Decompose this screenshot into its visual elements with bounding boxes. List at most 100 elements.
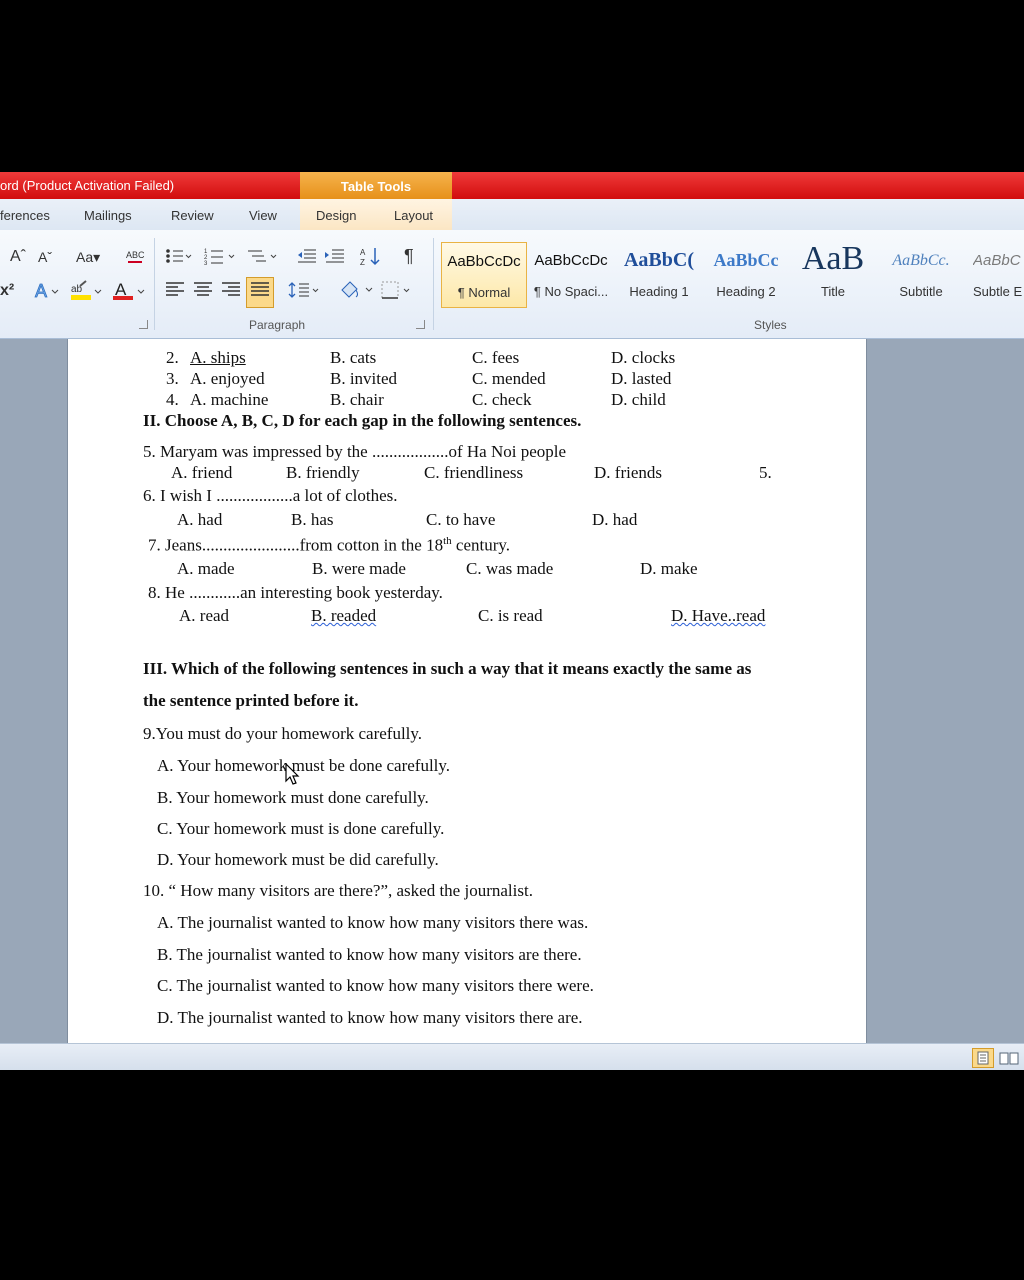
document-page[interactable]: 2. A. ships B. cats C. fees D. clocks 3.… xyxy=(67,339,867,1043)
grow-font-button[interactable]: Aˆ xyxy=(10,248,26,266)
q7-stem: 7. Jeans.......................from cott… xyxy=(148,535,510,556)
style-heading-1[interactable]: AaBbC( Heading 1 xyxy=(617,242,701,306)
document-area: 2. A. ships B. cats C. fees D. clocks 3.… xyxy=(0,339,1024,1043)
print-layout-view-button[interactable] xyxy=(972,1048,994,1068)
superscript-button[interactable]: x² xyxy=(0,282,14,300)
q9-option-a: A. Your homework must be done carefully. xyxy=(157,756,451,775)
q4-number: 4. xyxy=(166,390,179,409)
tab-review[interactable]: Review xyxy=(171,208,214,223)
style-subtle-emphasis[interactable]: AaBbC Subtle E xyxy=(966,242,1024,306)
change-case-button[interactable]: Aa▾ xyxy=(76,248,100,266)
font-dialog-launcher[interactable] xyxy=(139,320,148,329)
style-sample: AaBbCc. xyxy=(892,252,950,269)
style-subtitle[interactable]: AaBbCc. Subtitle xyxy=(879,242,963,306)
q8-option-d: D. Have..read xyxy=(671,606,766,625)
tab-layout[interactable]: Layout xyxy=(394,208,433,223)
svg-text:Z: Z xyxy=(360,258,365,267)
tab-mailings[interactable]: Mailings xyxy=(84,208,132,223)
q4-option-a: A. machine xyxy=(190,390,269,409)
style-name: Title xyxy=(820,284,846,299)
ribbon-separator xyxy=(154,238,155,330)
q8-option-a: A. read xyxy=(179,606,230,625)
q7-superscript: th xyxy=(443,535,452,547)
style-normal[interactable]: AaBbCcDc ¶ Normal xyxy=(441,242,527,308)
justify-icon[interactable] xyxy=(246,277,274,308)
style-sample: AaBbCcDc xyxy=(447,253,521,270)
multilevel-list-icon[interactable] xyxy=(246,246,280,271)
style-title[interactable]: AaB Title xyxy=(791,240,875,306)
style-name: Heading 1 xyxy=(629,284,689,299)
shading-icon[interactable] xyxy=(338,278,374,305)
q2-option-c: C. fees xyxy=(472,348,520,367)
font-color-icon[interactable]: A xyxy=(112,280,148,307)
paragraph-dialog-launcher[interactable] xyxy=(416,320,425,329)
title-bar: ord (Product Activation Failed) xyxy=(0,172,1024,199)
style-sample: AaBbC( xyxy=(623,249,694,271)
align-center-icon[interactable] xyxy=(192,280,214,305)
q6-stem: 6. I wish I ..................a lot of c… xyxy=(143,486,398,505)
tab-view[interactable]: View xyxy=(249,208,277,223)
borders-icon[interactable] xyxy=(380,280,414,305)
q9-option-d: D. Your homework must be did carefully. xyxy=(157,850,439,869)
q5-option-b: B. friendly xyxy=(286,463,360,482)
show-formatting-marks-button[interactable]: ¶ xyxy=(404,247,414,265)
q7-stem-start: 7. Jeans.......................from cott… xyxy=(148,535,444,555)
align-left-icon[interactable] xyxy=(164,280,186,305)
q5-option-a: A. friend xyxy=(171,463,233,482)
word-window: ord (Product Activation Failed) Table To… xyxy=(0,172,1024,1070)
numbering-icon[interactable]: 123 xyxy=(204,246,238,271)
style-name: ¶ Normal xyxy=(457,285,511,300)
styles-group-label: Styles xyxy=(754,318,787,332)
full-screen-reading-view-icon[interactable] xyxy=(998,1050,1020,1069)
style-name: Heading 2 xyxy=(716,284,776,299)
style-heading-2[interactable]: AaBbCc Heading 2 xyxy=(704,242,788,306)
q3-option-b: B. invited xyxy=(330,369,398,388)
svg-text:A: A xyxy=(360,248,366,257)
mouse-pointer-icon xyxy=(285,763,300,785)
q3-option-d: D. lasted xyxy=(611,369,672,388)
style-sample: AaBbCcDc xyxy=(534,252,608,269)
q9-stem: 9.You must do your homework carefully. xyxy=(143,724,423,743)
text-effects-icon[interactable]: A xyxy=(34,280,62,307)
section-3-heading-line-2: the sentence printed before it. xyxy=(143,691,359,710)
q6-option-d: D. had xyxy=(592,510,638,529)
style-name: ¶ No Spaci... xyxy=(533,284,609,299)
style-sample: AaB xyxy=(801,240,865,277)
status-bar xyxy=(0,1043,1024,1070)
increase-indent-icon[interactable] xyxy=(324,246,346,271)
style-sample: AaBbC xyxy=(973,252,1021,269)
q7-option-d: D. make xyxy=(640,559,698,578)
q8-option-b: B. readed xyxy=(311,606,377,625)
decrease-indent-icon[interactable] xyxy=(296,246,318,271)
q8-stem: 8. He ............an interesting book ye… xyxy=(148,583,443,602)
q7-stem-end: century. xyxy=(451,535,511,555)
sort-icon[interactable]: AZ xyxy=(360,246,384,273)
q10-option-d: D. The journalist wanted to know how man… xyxy=(157,1008,583,1027)
clear-formatting-icon[interactable]: ABC xyxy=(124,246,146,271)
svg-text:ABC: ABC xyxy=(126,250,145,260)
q4-option-b: B. chair xyxy=(330,390,384,409)
ribbon-tabs: ferences Mailings Review View Design Lay… xyxy=(0,199,1024,231)
q10-stem: 10. “ How many visitors are there?”, ask… xyxy=(143,881,533,900)
q3-option-c: C. mended xyxy=(472,369,546,388)
bullets-icon[interactable] xyxy=(164,246,192,271)
section-3-heading-line-1: III. Which of the following sentences in… xyxy=(143,659,752,678)
q2-option-b: B. cats xyxy=(330,348,377,367)
style-no-spacing[interactable]: AaBbCcDc ¶ No Spaci... xyxy=(529,242,613,306)
q2-number: 2. xyxy=(166,348,179,367)
shrink-font-button[interactable]: Aˇ xyxy=(38,248,52,266)
highlight-color-icon[interactable]: ab xyxy=(70,280,104,307)
q7-option-b: B. were made xyxy=(312,559,406,578)
align-right-icon[interactable] xyxy=(220,280,242,305)
tab-design[interactable]: Design xyxy=(316,208,356,223)
tab-references[interactable]: ferences xyxy=(0,208,50,223)
line-spacing-icon[interactable] xyxy=(288,280,322,305)
ribbon-home: Aˆ Aˇ Aa▾ ABC x² A ab A 123 A Z ¶ Paragr… xyxy=(0,230,1024,339)
q5-option-c: C. friendliness xyxy=(424,463,524,482)
style-name: Subtle E xyxy=(973,284,1023,299)
q3-number: 3. xyxy=(166,369,179,388)
q5-margin-number: 5. xyxy=(759,463,772,482)
q5-stem: 5. Maryam was impressed by the .........… xyxy=(143,442,567,461)
q6-option-a: A. had xyxy=(177,510,223,529)
q2-option-a: A. ships xyxy=(190,348,246,367)
